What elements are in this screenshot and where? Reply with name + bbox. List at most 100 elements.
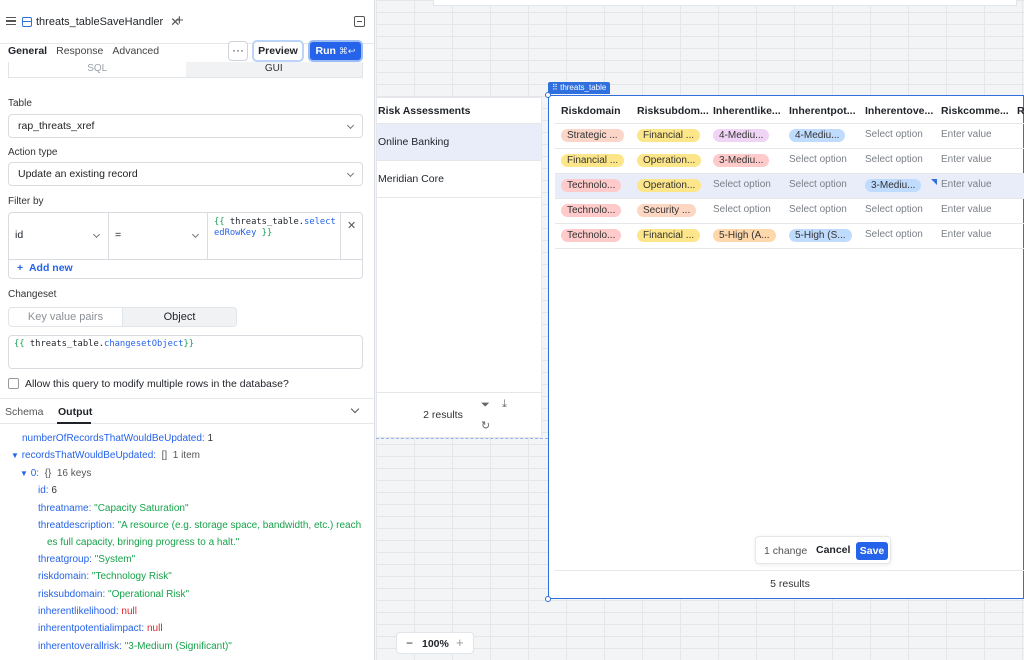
table-cell[interactable]: Financial ... (561, 154, 633, 169)
table-cell[interactable] (1017, 179, 1024, 194)
preview-button[interactable]: Preview (252, 40, 304, 62)
table-select[interactable]: rap_threats_xref (8, 114, 363, 138)
expand-triangle-icon[interactable]: ▼ (11, 451, 19, 460)
column-header[interactable]: Riskdomain (561, 105, 633, 117)
table-row[interactable]: Technolo... Financial ... 5-High (A... 5-Hi… (555, 224, 1024, 249)
table-cell[interactable]: Security ... (637, 204, 709, 219)
table-cell[interactable]: 5-High (A... (713, 229, 785, 244)
table-cell[interactable]: Financial ... (637, 129, 709, 144)
json-line: threatdescription: "A resource (e.g. sto… (38, 520, 362, 531)
change-count: 1 change (764, 545, 808, 557)
mode-gui[interactable]: GUI (185, 62, 362, 77)
cell-placeholder: Enter value (941, 154, 992, 165)
cell-placeholder: Select option (789, 154, 847, 165)
table-row[interactable]: Online Banking (377, 124, 541, 161)
column-header[interactable]: Risksubdom... (637, 105, 709, 117)
table-cell[interactable]: Select option (789, 204, 861, 219)
tab-schema[interactable]: Schema (5, 406, 44, 418)
tab-output[interactable]: Output (58, 406, 92, 418)
table-cell[interactable]: 4-Mediu... (713, 129, 785, 144)
table-cell[interactable]: Select option (789, 179, 861, 194)
tab-response[interactable]: Response (56, 45, 103, 59)
cell-placeholder: Select option (865, 154, 923, 165)
table-cell[interactable] (1017, 204, 1024, 219)
run-button[interactable]: Run ⌘↩ (308, 40, 363, 62)
table-row[interactable]: Strategic ... Financial ... 4-Mediu... 4-Me… (555, 124, 1024, 149)
column-header[interactable]: Inherentove... (865, 105, 937, 117)
cell-placeholder: Select option (713, 204, 771, 215)
table-cell[interactable] (1017, 154, 1024, 169)
chevron-down-icon[interactable] (350, 404, 360, 414)
table-cell[interactable]: Financial ... (637, 229, 709, 244)
column-header[interactable]: Re (1017, 105, 1024, 117)
table-cell[interactable]: 4-Mediu... (789, 129, 861, 144)
cancel-button[interactable]: Cancel (816, 544, 850, 556)
add-new-filter-button[interactable]: + Add new (17, 262, 73, 274)
tab-general[interactable]: General (8, 45, 47, 59)
table-cell[interactable]: Select option (865, 204, 937, 219)
changeset-code-input[interactable]: {{ threats_table.changesetObject}} (8, 335, 363, 369)
table-cell[interactable] (1017, 129, 1024, 144)
table-cell[interactable]: Select option (865, 129, 937, 144)
code-object: threats_table. (229, 217, 305, 227)
table-cell[interactable]: Strategic ... (561, 129, 633, 144)
table-row[interactable]: Technolo... Security ... Select option Sele… (555, 199, 1024, 224)
divider (340, 213, 341, 259)
table-row[interactable]: Technolo... Operation... Select option Sele… (555, 174, 1024, 199)
tag-pill: Operation... (637, 154, 701, 167)
save-button[interactable]: Save (856, 542, 888, 560)
mode-segment: SQL GUI (8, 62, 363, 78)
expand-triangle-icon[interactable]: ▼ (20, 469, 28, 478)
table-cell[interactable]: Select option (713, 179, 785, 194)
column-header[interactable]: Inherentlike... (713, 105, 785, 117)
table-row[interactable]: Meridian Core (377, 161, 541, 198)
column-header[interactable]: Riskcomme... (941, 105, 1013, 117)
tab-advanced[interactable]: Advanced (112, 45, 159, 59)
table-cell[interactable]: 5-High (S... (789, 229, 861, 244)
changeset-segment: Key value pairs Object (8, 307, 237, 327)
refresh-icon[interactable]: ↻ (481, 419, 490, 432)
table-cell[interactable] (1017, 229, 1024, 244)
table-cell[interactable]: 3-Mediu... (865, 179, 937, 194)
remove-filter-icon[interactable]: ✕ (347, 219, 356, 232)
resize-handle[interactable] (545, 596, 551, 602)
allow-multi-checkbox[interactable] (8, 378, 19, 389)
table-cell[interactable]: Select option (789, 154, 861, 169)
table-cell[interactable]: Enter value (941, 204, 1013, 219)
changeset-object-option[interactable]: Object (122, 308, 236, 326)
run-shortcut: ⌘↩ (338, 46, 356, 56)
changeset-kv-option[interactable]: Key value pairs (9, 308, 122, 326)
table-cell[interactable]: Operation... (637, 154, 709, 169)
zoom-out-icon[interactable]: − (406, 636, 413, 650)
query-tab[interactable]: threats_tableSaveHandler ✕ (22, 12, 180, 32)
json-line: inherentpotentialimpact: null (38, 623, 163, 634)
table-row[interactable]: Financial ... Operation... 3-Mediu... Selec… (555, 149, 1024, 174)
table-cell[interactable]: Enter value (941, 154, 1013, 169)
action-type-select[interactable]: Update an existing record (8, 162, 363, 186)
resize-handle[interactable] (545, 92, 551, 98)
code-brace-close: }} (183, 339, 195, 349)
table-cell[interactable]: Enter value (941, 229, 1013, 244)
filter-field-select[interactable]: id (9, 213, 109, 259)
collapse-panel-icon[interactable] (354, 16, 365, 27)
filter-value-input[interactable]: {{ threats_table.selectedRowKey }} (210, 214, 340, 258)
column-header[interactable]: Inherentpot... (789, 105, 861, 117)
table-cell[interactable]: Enter value (941, 179, 1013, 194)
table-cell[interactable]: Select option (865, 154, 937, 169)
table-cell[interactable]: Enter value (941, 129, 1013, 144)
mode-sql[interactable]: SQL (9, 62, 186, 77)
zoom-in-icon[interactable]: + (456, 635, 464, 650)
table-cell[interactable]: Technolo... (561, 229, 633, 244)
table-cell[interactable]: Technolo... (561, 179, 633, 194)
table-cell[interactable]: Technolo... (561, 204, 633, 219)
filter-operator-select[interactable]: = (109, 213, 208, 259)
more-options-button[interactable]: ··· (228, 41, 248, 61)
menu-icon[interactable] (6, 17, 16, 25)
table-cell[interactable]: Operation... (637, 179, 709, 194)
add-tab-icon[interactable]: + (175, 12, 184, 29)
table-label: Table (8, 98, 32, 109)
table-cell[interactable]: Select option (865, 229, 937, 244)
tag-pill: Financial ... (561, 154, 625, 167)
table-cell[interactable]: Select option (713, 204, 785, 219)
table-cell[interactable]: 3-Mediu... (713, 154, 785, 169)
